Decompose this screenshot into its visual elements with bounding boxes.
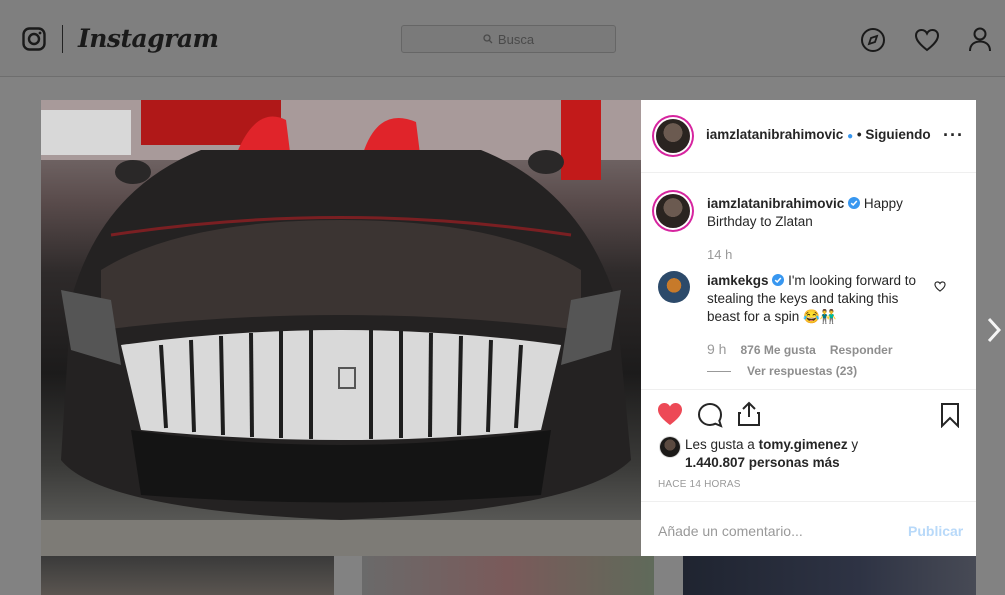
follow-status[interactable]: • Siguiendo (857, 127, 931, 142)
author-username[interactable]: iamzlatanibrahimovic (706, 127, 843, 142)
instagram-camera-icon[interactable] (22, 27, 46, 51)
commenter-avatar[interactable] (658, 271, 690, 303)
comment-timestamp: 9 h (707, 341, 727, 357)
comment-like-heart-icon[interactable] (934, 281, 946, 292)
compass-icon[interactable] (860, 27, 886, 53)
caption-timestamp: 14 h (707, 247, 733, 262)
replies-line (707, 371, 731, 372)
post-timestamp: HACE 14 HORAS (658, 479, 741, 490)
comment-likes[interactable]: 876 Me gusta (740, 343, 815, 357)
comment-meta: 9 h 876 Me gusta Responder (707, 341, 893, 357)
add-comment-bar: Añade un comentario... Publicar (641, 501, 976, 557)
caption-author-avatar[interactable] (656, 194, 690, 228)
liker-avatar[interactable] (660, 437, 680, 457)
more-options-icon[interactable]: ··· (943, 125, 964, 146)
search-placeholder: Busca (497, 31, 535, 47)
likes-prefix: Les gusta a (685, 437, 755, 452)
likes-count[interactable]: 1.440.807 personas más (685, 455, 840, 470)
heart-icon[interactable] (914, 27, 940, 53)
post-modal: iamzlatanibrahimovic ● • Siguiendo ··· i… (41, 100, 976, 556)
post-side-panel: iamzlatanibrahimovic ● • Siguiendo ··· i… (641, 100, 976, 556)
search-input[interactable]: Busca (401, 25, 616, 53)
share-icon[interactable] (737, 401, 761, 427)
grid-thumbnail[interactable] (683, 556, 976, 595)
publish-button[interactable]: Publicar (908, 523, 963, 539)
next-post-chevron-icon[interactable] (985, 316, 1003, 344)
post-header: iamzlatanibrahimovic ● • Siguiendo ··· (641, 100, 976, 173)
caption-username[interactable]: iamzlatanibrahimovic (707, 196, 844, 211)
likes-summary: Les gusta a tomy.gimenez y 1.440.807 per… (685, 436, 955, 472)
verified-badge-icon: ● (847, 131, 854, 142)
comment: iamkekgs I'm looking forward to stealing… (707, 272, 917, 326)
author-line: iamzlatanibrahimovic ● • Siguiendo (706, 127, 931, 142)
car-photo-illustration (41, 100, 641, 556)
author-avatar[interactable] (656, 119, 690, 153)
nav-divider (62, 25, 63, 53)
top-nav: Instagram Busca (0, 0, 1005, 77)
search-icon (483, 34, 493, 44)
commenter-username[interactable]: iamkekgs (707, 273, 769, 288)
view-replies-button[interactable]: Ver respuestas (23) (747, 364, 857, 378)
comment-icon[interactable] (697, 402, 723, 428)
liker-username[interactable]: tomy.gimenez (759, 437, 848, 452)
verified-badge-icon (772, 274, 785, 286)
instagram-wordmark[interactable]: Instagram (78, 24, 219, 53)
post-actions: Les gusta a tomy.gimenez y 1.440.807 per… (641, 389, 976, 502)
grid-thumbnail[interactable] (362, 556, 654, 595)
caption: iamzlatanibrahimovic Happy Birthday to Z… (707, 195, 917, 231)
verified-badge-icon (848, 197, 861, 209)
grid-thumbnail[interactable] (41, 556, 334, 595)
liked-heart-icon[interactable] (657, 402, 683, 426)
add-comment-input[interactable]: Añade un comentario... (658, 523, 803, 539)
post-photo[interactable] (41, 100, 641, 556)
comments-section: iamzlatanibrahimovic Happy Birthday to Z… (641, 173, 976, 389)
save-bookmark-icon[interactable] (940, 402, 960, 428)
reply-button[interactable]: Responder (830, 343, 893, 357)
profile-icon[interactable] (967, 26, 993, 52)
likes-and: y (851, 437, 859, 452)
